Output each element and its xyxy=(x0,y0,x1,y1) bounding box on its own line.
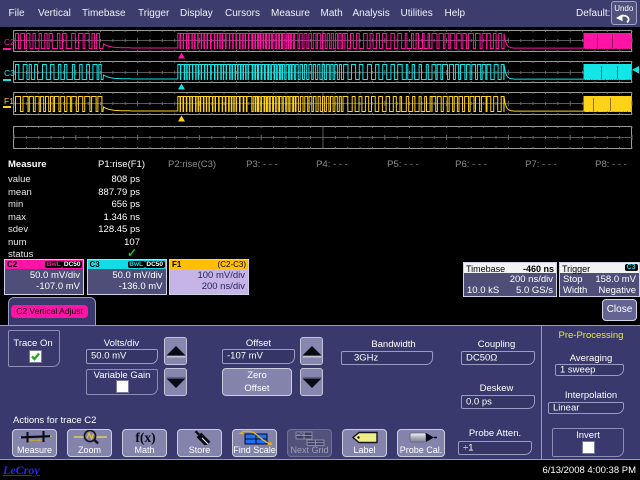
svg-text:f(x): f(x) xyxy=(135,430,155,445)
